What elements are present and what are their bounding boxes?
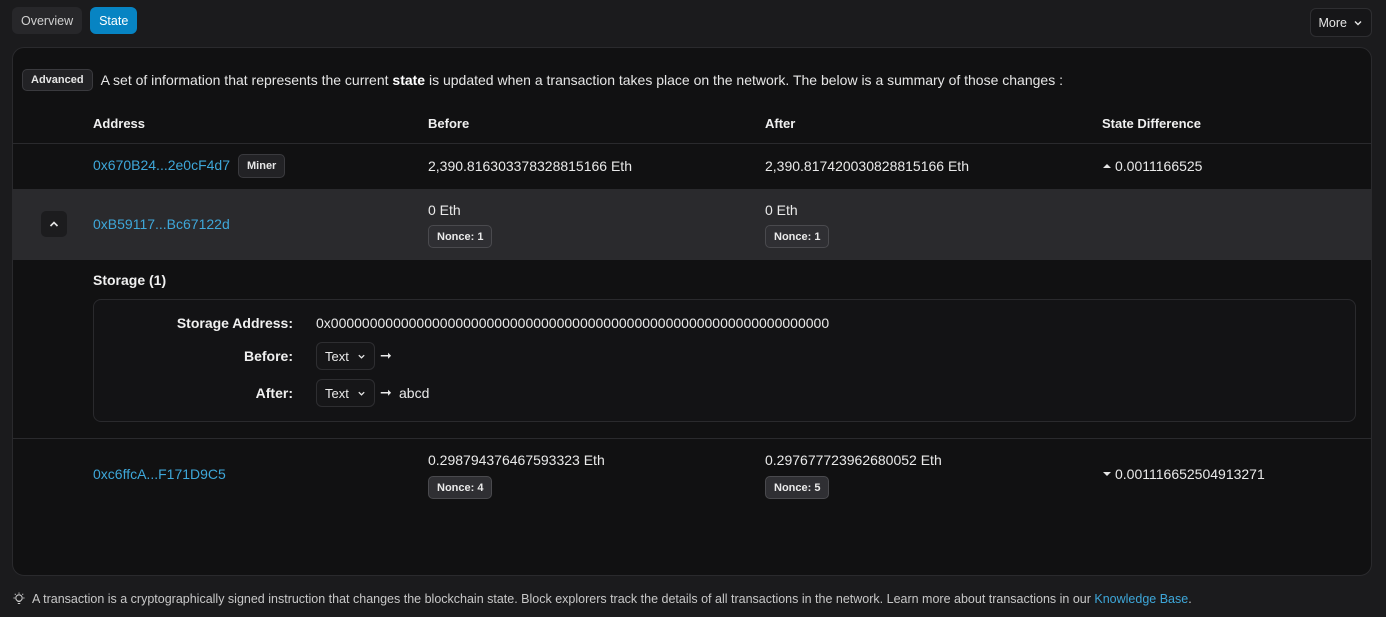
nonce-badge: Nonce: 1	[428, 225, 493, 248]
before-balance: 2,390.816303378328815166 Eth	[428, 158, 632, 174]
address-link[interactable]: 0xc6ffcA...F171D9C5	[93, 466, 226, 482]
advanced-badge[interactable]: Advanced	[22, 69, 93, 91]
footer-text-end: .	[1188, 592, 1192, 606]
before-balance: 0.298794376467593323 Eth	[428, 452, 605, 468]
after-balance: 0.297677723962680052 Eth	[765, 452, 942, 468]
chevron-up-icon	[49, 221, 59, 227]
knowledge-base-link[interactable]: Knowledge Base	[1094, 592, 1188, 606]
after-format-select[interactable]: Text	[316, 379, 375, 407]
tab-state[interactable]: State	[90, 7, 138, 34]
more-dropdown[interactable]: More	[1309, 8, 1372, 37]
nonce-badge: Nonce: 4	[428, 476, 493, 499]
storage-before-label: Before:	[243, 348, 293, 364]
intro-text: A set of information that represents the…	[101, 72, 1063, 88]
after-balance: 2,390.817420030828815166 Eth	[765, 158, 969, 174]
chevron-down-icon	[1354, 20, 1362, 25]
intro-text-start: A set of information that represents the…	[100, 72, 393, 88]
tab-overview[interactable]: Overview	[12, 7, 83, 34]
collapse-button[interactable]	[41, 211, 67, 237]
storage-address-value: 0x00000000000000000000000000000000000000…	[316, 315, 830, 331]
footer-note: A transaction is a cryptographically sig…	[12, 592, 1192, 606]
tab-bar: Overview State	[12, 7, 138, 34]
storage-after-value: abcd	[399, 385, 430, 401]
address-link[interactable]: 0x670B24...2e0cF4d7	[93, 157, 230, 173]
storage-title: Storage (1)	[93, 272, 167, 288]
state-difference: 0.001116652504913271	[1102, 466, 1265, 482]
before-balance: 0 Eth	[428, 202, 461, 218]
state-card: Advanced A set of information that repre…	[12, 47, 1372, 576]
state-difference: 0.0011166525	[1102, 158, 1202, 174]
chevron-down-icon	[358, 391, 365, 396]
after-balance: 0 Eth	[765, 202, 798, 218]
address-link[interactable]: 0xB59117...Bc67122d	[93, 216, 230, 232]
header-before: Before	[428, 116, 470, 131]
chevron-down-icon	[358, 354, 365, 359]
footer-text-body: A transaction is a cryptographically sig…	[32, 592, 1095, 606]
miner-badge: Miner	[238, 154, 286, 178]
nonce-badge: Nonce: 5	[765, 476, 830, 499]
nonce-badge: Nonce: 1	[765, 225, 830, 248]
storage-box: Storage Address: 0x000000000000000000000…	[93, 299, 1356, 422]
before-format-value: Text	[325, 348, 349, 364]
intro: Advanced A set of information that repre…	[22, 69, 1063, 91]
difference-value: 0.0011166525	[1115, 158, 1203, 174]
lightbulb-icon	[13, 592, 25, 605]
storage-after-label: After:	[255, 385, 293, 401]
divider	[13, 438, 1371, 439]
header-after: After	[765, 116, 796, 131]
caret-up-icon	[1103, 164, 1111, 168]
before-format-select[interactable]: Text	[316, 342, 375, 370]
intro-text-bold: state	[392, 72, 426, 88]
storage-address-label: Storage Address:	[176, 315, 293, 331]
header-state-difference: State Difference	[1102, 116, 1201, 131]
intro-text-end: is updated when a transaction takes plac…	[425, 72, 1063, 88]
header-address: Address	[93, 116, 146, 131]
difference-value: 0.001116652504913271	[1115, 466, 1265, 482]
arrow-right-icon: ➞	[380, 347, 392, 363]
more-label: More	[1318, 15, 1347, 30]
divider	[13, 143, 1371, 144]
after-format-value: Text	[325, 385, 349, 401]
footer-text: A transaction is a cryptographically sig…	[32, 592, 1192, 606]
arrow-right-icon: ➞	[380, 384, 392, 400]
caret-down-icon	[1103, 472, 1111, 476]
